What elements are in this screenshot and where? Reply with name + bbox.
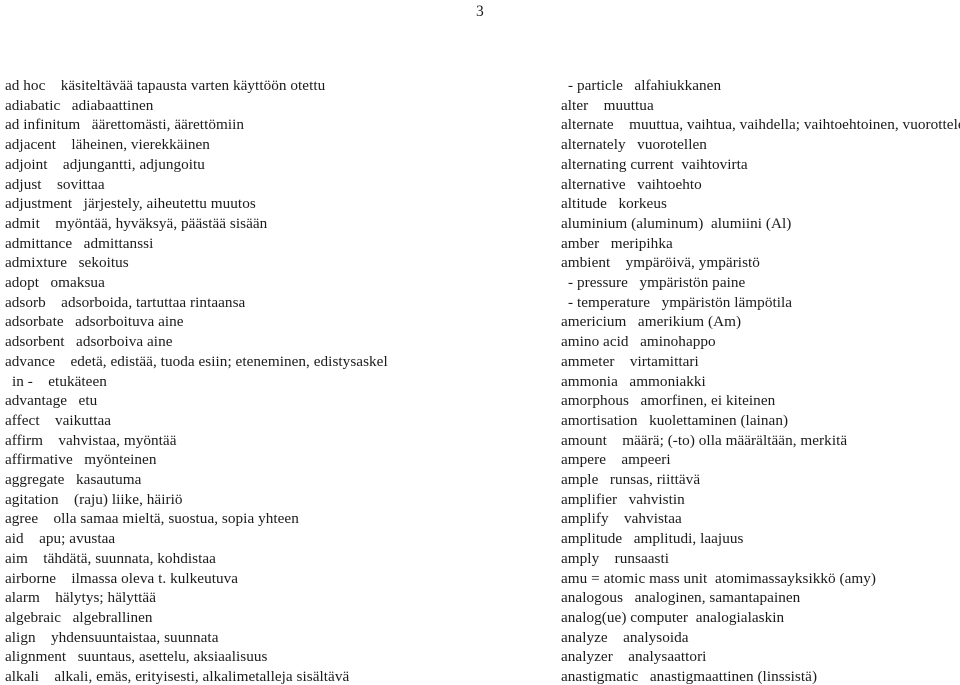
- dictionary-entry: analyzer analysaattori: [561, 648, 707, 666]
- document-page: 3 ad hoc käsiteltävää tapausta varten kä…: [0, 0, 960, 685]
- right-column: - particle alfahiukkanen alter muuttua alt…: [548, 76, 960, 685]
- dictionary-entry: amplifier vahvistin: [561, 490, 685, 508]
- dictionary-entry: amber meripihka: [561, 234, 673, 252]
- dictionary-entry: admittance admittanssi: [5, 234, 154, 252]
- dictionary-entry: analog(ue) computer analogialaskin: [561, 608, 785, 626]
- dictionary-entry: ad hoc käsiteltävää tapausta varten käyt…: [5, 77, 326, 94]
- dictionary-entry: ampere ampeeri: [561, 451, 671, 469]
- dictionary-entry: amino acid aminohappo: [561, 333, 716, 351]
- page-number: 3: [476, 3, 484, 20]
- dictionary-entry: aluminium (aluminum) alumiini (Al): [561, 214, 792, 232]
- dictionary-entry: advance edetä, edistää, tuoda esiin; ete…: [5, 352, 388, 370]
- dictionary-entry: ample runsas, riittävä: [561, 471, 701, 489]
- dictionary-entry: admixture sekoitus: [5, 254, 129, 272]
- dictionary-entry: agitation (raju) liike, häiriö: [5, 490, 183, 508]
- dictionary-entry: amplify vahvistaa: [561, 510, 682, 528]
- dictionary-entry: airborne ilmassa oleva t. kulkeutuva: [5, 569, 239, 587]
- dictionary-entry: adiabatic adiabaattinen: [5, 96, 154, 114]
- dictionary-entry: aid apu; avustaa: [5, 530, 116, 548]
- dictionary-entry: analogous analoginen, samantapainen: [561, 589, 801, 607]
- dictionary-entry: adopt omaksua: [5, 274, 105, 292]
- dictionary-entry: alternate muuttua, vaihtua, vaihdella; v…: [561, 116, 960, 134]
- left-column: ad hoc käsiteltävää tapausta varten käyt…: [0, 76, 548, 685]
- dictionary-entry: in - etukäteen: [12, 372, 107, 390]
- dictionary-entry: amplitude amplitudi, laajuus: [561, 530, 744, 548]
- dictionary-entry: amorphous amorfinen, ei kiteinen: [561, 392, 776, 410]
- dictionary-entry: adsorbate adsorboituva aine: [5, 313, 184, 331]
- dictionary-entry: align yhdensuuntaistaa, suunnata: [5, 628, 219, 646]
- dictionary-entry: adjoint adjungantti, adjungoitu: [5, 155, 205, 173]
- dictionary-entry: affirm vahvistaa, myöntää: [5, 431, 177, 449]
- dictionary-entry: alternately vuorotellen: [561, 136, 707, 154]
- dictionary-entry: adsorb adsorboida, tartuttaa rintaansa: [5, 293, 246, 311]
- dictionary-entry: agree olla samaa mieltä, suostua, sopia …: [5, 510, 299, 528]
- dictionary-entry: analyze analysoida: [561, 628, 689, 646]
- dictionary-entry: aim tähdätä, suunnata, kohdistaa: [5, 549, 216, 567]
- dictionary-entry: aggregate kasautuma: [5, 471, 142, 489]
- dictionary-entry: admit myöntää, hyväksyä, päästää sisään: [5, 214, 268, 232]
- dictionary-entry: alternative vaihtoehto: [561, 175, 702, 193]
- dictionary-entry: altitude korkeus: [561, 195, 667, 213]
- dictionary-entry: americium amerikium (Am): [561, 313, 742, 331]
- dictionary-entry: alignment suuntaus, asettelu, aksiaalisu…: [5, 648, 268, 666]
- dictionary-entry: affirmative myönteinen: [5, 451, 157, 469]
- dictionary-entry: - pressure ympäristön paine: [568, 274, 746, 292]
- dictionary-entry: ammeter virtamittari: [561, 352, 699, 370]
- dictionary-entry: alarm hälytys; hälyttää: [5, 589, 157, 607]
- dictionary-entry: ammonia ammoniakki: [561, 372, 706, 390]
- dictionary-entry: alter muuttua: [561, 96, 654, 114]
- dictionary-entry: - temperature ympäristön lämpötila: [568, 293, 793, 311]
- two-column-body: ad hoc käsiteltävää tapausta varten käyt…: [0, 76, 960, 685]
- dictionary-entry: algebraic algebrallinen: [5, 608, 153, 626]
- dictionary-entry: ambient ympäröivä, ympäristö: [561, 254, 760, 272]
- dictionary-entry: ad infinitum äärettomästi, äärettömiin: [5, 116, 245, 134]
- dictionary-entry: - particle alfahiukkanen: [568, 77, 722, 94]
- dictionary-entry: alkali alkali, emäs, erityisesti, alkali…: [5, 668, 350, 685]
- dictionary-entry: amply runsaasti: [561, 549, 670, 567]
- dictionary-entry: alternating current vaihtovirta: [561, 155, 748, 173]
- dictionary-entry: amortisation kuolettaminen (lainan): [561, 411, 789, 429]
- dictionary-entry: amount määrä; (-to) olla määrältään, mer…: [561, 431, 848, 449]
- dictionary-entry: advantage etu: [5, 392, 98, 410]
- dictionary-entry: amu = atomic mass unit atomimassayksikkö…: [561, 569, 877, 587]
- dictionary-entry: anastigmatic anastigmaattinen (linssistä…: [561, 668, 818, 685]
- dictionary-entry: adjacent läheinen, vierekkäinen: [5, 136, 210, 154]
- dictionary-entry: adjust sovittaa: [5, 175, 105, 193]
- dictionary-entry: affect vaikuttaa: [5, 411, 112, 429]
- dictionary-entry: adsorbent adsorboiva aine: [5, 333, 173, 351]
- dictionary-entry: adjustment järjestely, aiheutettu muutos: [5, 195, 256, 213]
